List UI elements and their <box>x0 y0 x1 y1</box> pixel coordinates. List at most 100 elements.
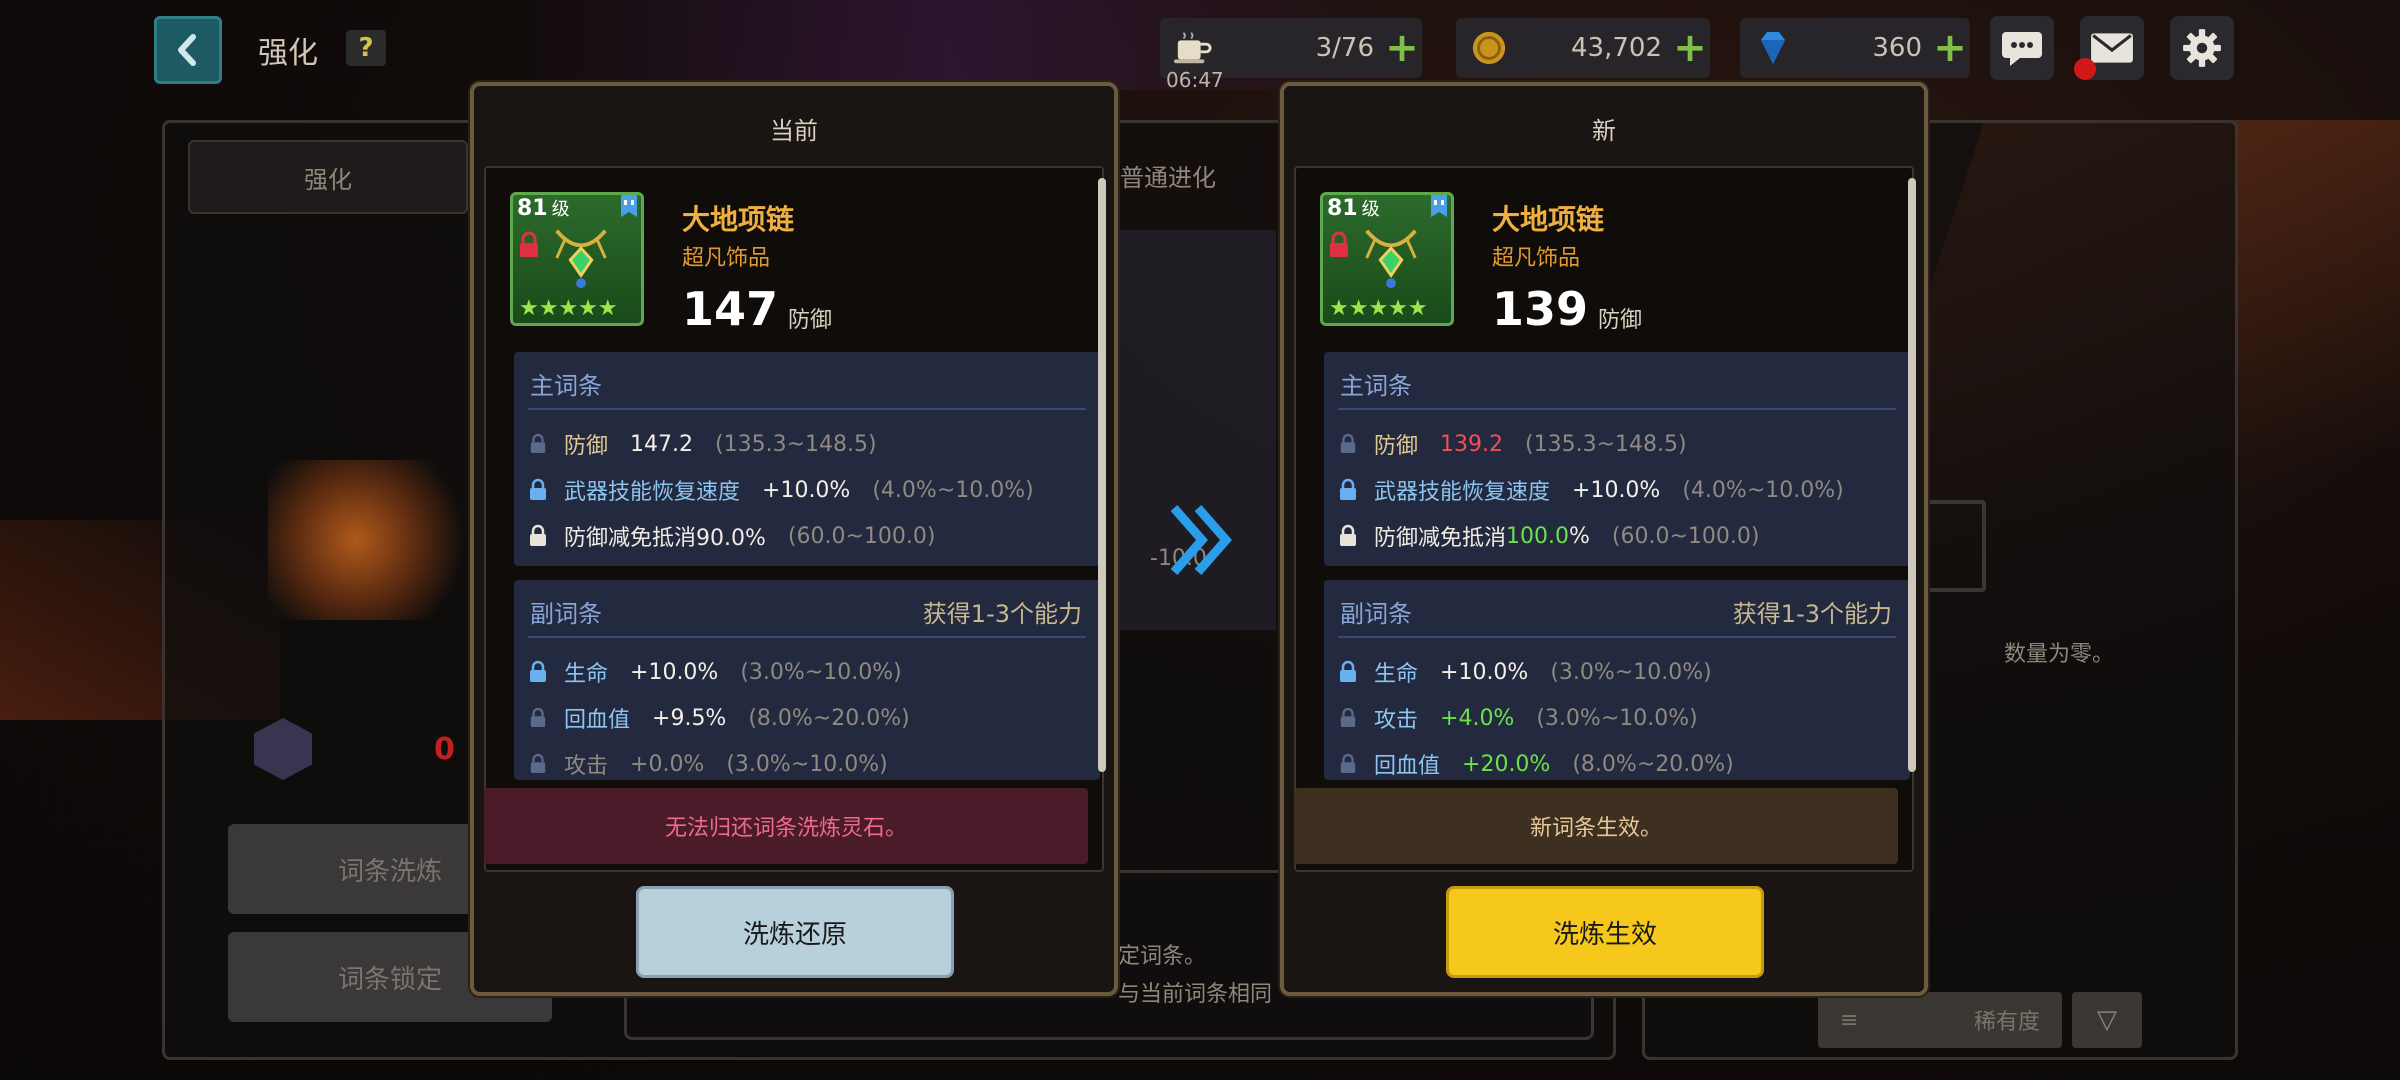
mail-icon <box>2091 33 2133 63</box>
item-power-unit: 防御 <box>1598 308 1643 333</box>
lock-open-icon[interactable] <box>524 750 552 778</box>
affix-name: 防御减免抵消 <box>1374 526 1507 551</box>
affix-value: 147.2 <box>630 431 693 457</box>
hint-text: 定词条。 <box>1118 944 1207 969</box>
filter-button[interactable]: ▽ <box>2072 992 2142 1048</box>
section-divider <box>1338 408 1896 410</box>
lock-icon <box>1334 522 1362 550</box>
add-stamina-button[interactable]: + <box>1382 28 1422 68</box>
chat-icon <box>2002 32 2042 66</box>
lock-open-icon[interactable] <box>524 430 552 458</box>
affix-range: (8.0%~20.0%) <box>748 705 910 731</box>
lock-icon[interactable] <box>524 658 552 686</box>
gem-value: 360 <box>1872 33 1922 63</box>
sub-affix-note: 获得1-3个能力 <box>922 600 1082 628</box>
lock-icon[interactable] <box>1334 658 1362 686</box>
affix-value: +20.0% <box>1462 751 1551 777</box>
item-level: 81 级 <box>1327 196 1380 221</box>
lock-icon[interactable] <box>1334 476 1362 504</box>
necklace-icon <box>547 223 615 295</box>
restore-button[interactable]: 洗炼还原 <box>636 886 954 978</box>
bookmark-icon <box>619 195 639 223</box>
sub-affix-section: 副词条 获得1-3个能力 生命 +10.0% (3.0%~10.0%) 攻击 +… <box>1324 580 1910 780</box>
section-title: 主词条 <box>1340 372 1412 400</box>
gold-counter: 43,702 + <box>1456 18 1710 78</box>
lock-icon[interactable] <box>524 476 552 504</box>
help-button[interactable]: ? <box>346 30 386 66</box>
affix-row: 防御 139.2 (135.3~148.5) <box>1334 428 1687 460</box>
settings-button[interactable] <box>2170 16 2234 80</box>
affix-value: 100.0 <box>1506 523 1569 549</box>
affix-range: (3.0%~10.0%) <box>740 659 902 685</box>
affix-row: 生命 +10.0% (3.0%~10.0%) <box>1334 656 1712 688</box>
item-name: 大地项链 <box>1492 203 1605 236</box>
item-power-unit: 防御 <box>788 308 833 333</box>
diamond-icon <box>1746 21 1800 75</box>
lock-icon <box>1327 231 1351 263</box>
hint-text: 与当前词条相同 <box>1118 982 1273 1007</box>
affix-row: 回血值 +9.5% (8.0%~20.0%) <box>524 702 910 734</box>
item-star-rating: ★★★★★ <box>1329 296 1428 321</box>
sub-affix-note: 获得1-3个能力 <box>1732 600 1892 628</box>
scrollbar[interactable] <box>1908 178 1916 772</box>
item-power: 147 <box>682 282 779 336</box>
lock-icon <box>517 231 541 263</box>
main-affix-section: 主词条 防御 139.2 (135.3~148.5) 武器技能恢复速度 +10.… <box>1324 352 1910 566</box>
scrollbar[interactable] <box>1098 178 1106 772</box>
affix-name: 生命 <box>564 662 609 687</box>
back-button[interactable] <box>154 16 222 84</box>
affix-row: 攻击 +0.0% (3.0%~10.0%) <box>524 748 888 780</box>
sort-dropdown[interactable]: ≡ 稀有度 <box>1818 992 2062 1048</box>
affix-unit: % <box>1569 523 1590 549</box>
list-icon: ≡ <box>1840 1007 1859 1033</box>
stamina-timer: 06:47 <box>1166 68 1224 92</box>
character-art <box>268 460 488 620</box>
lock-open-icon[interactable] <box>1334 750 1362 778</box>
necklace-icon <box>1357 223 1425 295</box>
gem-counter: 360 + <box>1740 18 1970 78</box>
page-title: 强化 <box>258 36 318 71</box>
apply-button[interactable]: 洗炼生效 <box>1446 886 1764 978</box>
affix-row: 武器技能恢复速度 +10.0% (4.0%~10.0%) <box>524 474 1034 506</box>
affix-name: 武器技能恢复速度 <box>1374 480 1551 505</box>
affix-name: 防御减免抵消90.0% <box>564 526 766 551</box>
add-gem-button[interactable]: + <box>1930 28 1970 68</box>
affix-name: 生命 <box>1374 662 1419 687</box>
chat-button[interactable] <box>1990 16 2054 80</box>
affix-scroll-area[interactable]: 81 级 ★★★★★ 大地项链 超凡饰品 147 防御 主词条 防御 147.2 … <box>484 166 1104 872</box>
section-title: 主词条 <box>530 372 602 400</box>
coffee-icon <box>1166 21 1220 75</box>
lock-open-icon[interactable] <box>1334 430 1362 458</box>
item-power: 139 <box>1492 282 1589 336</box>
add-gold-button[interactable]: + <box>1670 28 1710 68</box>
lock-open-icon[interactable] <box>524 704 552 732</box>
affix-row: 防御 147.2 (135.3~148.5) <box>524 428 877 460</box>
gear-icon <box>2183 29 2221 67</box>
item-grade: 超凡饰品 <box>1492 246 1581 271</box>
affix-row: 回血值 +20.0% (8.0%~20.0%) <box>1334 748 1734 780</box>
double-chevron-right-icon <box>1164 498 1240 586</box>
affix-name: 回血值 <box>564 708 631 733</box>
tab-evolve[interactable]: 普通进化 <box>1120 158 1216 193</box>
section-divider <box>528 408 1086 410</box>
stamina-value: 3/76 <box>1315 33 1374 63</box>
affix-range: (3.0%~10.0%) <box>1536 705 1698 731</box>
section-divider <box>528 636 1086 638</box>
lock-open-icon[interactable] <box>1334 704 1362 732</box>
sort-label: 稀有度 <box>1973 1010 2040 1035</box>
new-affix-panel: 新 81级 ★★★★★ 大地项链 超凡饰品 139 防御 主词条 防御 139 <box>1280 82 1928 996</box>
affix-range: (135.3~148.5) <box>1525 431 1687 457</box>
tab-enhance[interactable]: 强化 <box>188 140 468 214</box>
notification-dot <box>2074 58 2096 80</box>
item-star-rating: ★★★★★ <box>519 296 618 321</box>
bookmark-icon <box>1429 195 1449 223</box>
affix-range: (4.0%~10.0%) <box>1682 477 1844 503</box>
empty-inventory-text: 数量为零。 <box>2004 642 2115 667</box>
affix-scroll-area[interactable]: 81 级 ★★★★★ 大地项链 超凡饰品 139 防御 主词条 防御 139.2 … <box>1294 166 1914 872</box>
panel-header: 新 <box>1592 116 1616 145</box>
current-affix-panel: 当前 81级 ★★★★★ 大地项链 超凡饰品 147 防御 主词条 防御 14 <box>470 82 1118 996</box>
item-name: 大地项链 <box>682 203 795 236</box>
chest-icon <box>1920 500 1986 592</box>
main-affix-section: 主词条 防御 147.2 (135.3~148.5) 武器技能恢复速度 +10.… <box>514 352 1100 566</box>
affix-value: +0.0% <box>630 751 705 777</box>
